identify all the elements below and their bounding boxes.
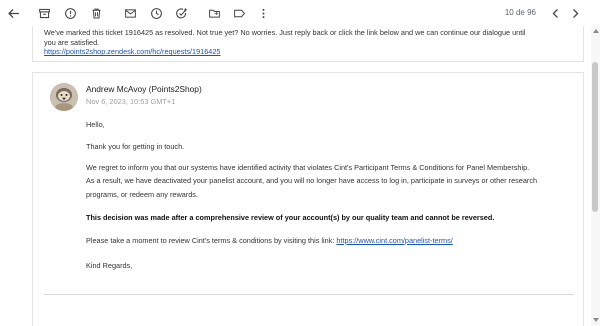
greeting: Hello, xyxy=(86,120,105,129)
terms-link[interactable]: https://www.cint.com/panelist-terms/ xyxy=(336,236,452,245)
back-arrow-icon[interactable] xyxy=(4,4,22,22)
paragraph-line-2: As a result, we have deactivated your pa… xyxy=(86,176,538,185)
add-task-icon[interactable] xyxy=(172,4,190,22)
vertical-scrollbar[interactable] xyxy=(591,26,600,326)
scroll-up-icon[interactable] xyxy=(591,27,600,35)
chevron-right-icon[interactable] xyxy=(566,4,584,22)
quoted-text: We've marked this ticket 1916425 as reso… xyxy=(44,28,574,57)
review-paragraph: Please take a moment to review Cint's te… xyxy=(86,235,453,247)
folder-icon[interactable] xyxy=(205,4,223,22)
paragraph-line-3: programs, or redeem any rewards. xyxy=(86,190,198,199)
signoff: Kind Regards, xyxy=(86,261,133,270)
paragraph-line-1: We regret to inform you that our systems… xyxy=(86,163,530,172)
pagination-count: 10 de 96 xyxy=(504,8,536,17)
mail-icon[interactable] xyxy=(121,4,139,22)
scrollbar-thumb[interactable] xyxy=(592,62,598,212)
review-text: Please take a moment to review Cint's te… xyxy=(86,236,337,245)
scroll-down-icon[interactable] xyxy=(591,316,600,324)
clock-icon[interactable] xyxy=(147,4,165,22)
report-spam-icon[interactable] xyxy=(61,4,79,22)
more-vertical-icon[interactable] xyxy=(254,4,272,22)
avatar[interactable] xyxy=(50,83,78,111)
thanks-text: Thank you for getting in touch. xyxy=(86,142,185,151)
divider xyxy=(44,294,574,295)
decision-text: This decision was made after a comprehen… xyxy=(86,213,495,222)
trash-icon[interactable] xyxy=(87,4,105,22)
message-date: Nov 6, 2023, 10:53 GMT+1 xyxy=(86,97,176,106)
ticket-link[interactable]: https://points2shop.zendesk.com/hc/reque… xyxy=(44,47,220,56)
email-toolbar: 10 de 96 xyxy=(0,0,600,26)
sender-name: Andrew McAvoy (Points2Shop) xyxy=(86,84,202,94)
quoted-line-2: you are satisfied. xyxy=(44,37,100,47)
label-icon[interactable] xyxy=(230,4,248,22)
email-thread: We've marked this ticket 1916425 as reso… xyxy=(0,26,600,326)
archive-icon[interactable] xyxy=(35,4,53,22)
chevron-left-icon[interactable] xyxy=(546,4,564,22)
quoted-line-1: We've marked this ticket 1916425 as reso… xyxy=(44,28,526,37)
